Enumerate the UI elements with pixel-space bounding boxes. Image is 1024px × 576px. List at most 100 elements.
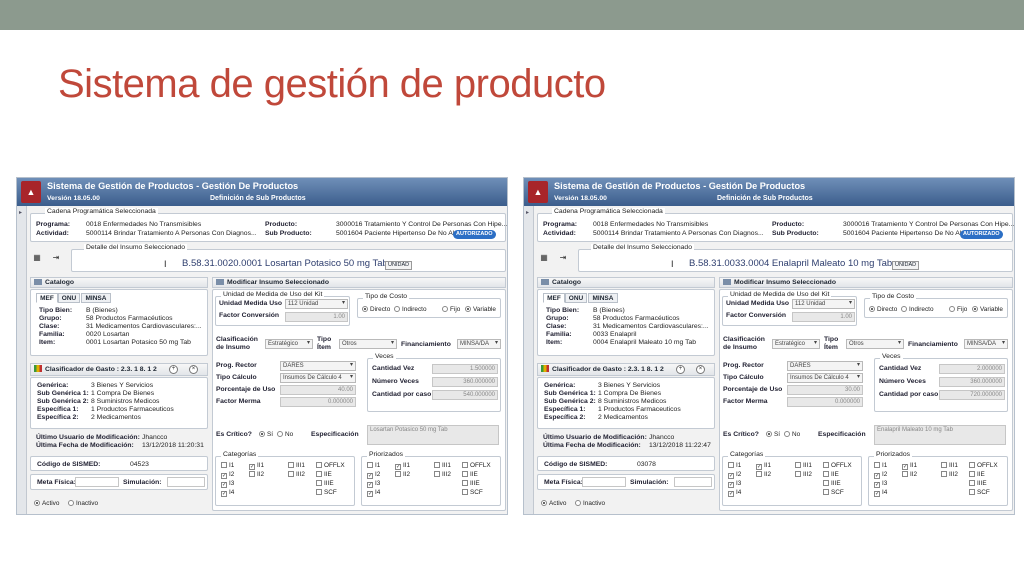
checkbox-0[interactable]: I1 xyxy=(728,462,741,470)
checkbox-7[interactable]: IIE xyxy=(316,471,332,479)
porcentaje-input[interactable]: 40.00 xyxy=(280,385,356,395)
checkbox-0[interactable]: I1 xyxy=(874,462,887,470)
critico-si-radio[interactable]: Sí xyxy=(766,431,780,439)
tipo-item-select[interactable]: Otros xyxy=(339,339,397,349)
checkbox-5[interactable]: II2 xyxy=(902,471,917,479)
directo-radio[interactable]: Directo xyxy=(869,306,897,314)
tab-onu[interactable]: ONU xyxy=(58,293,80,303)
clasif-insumo-select[interactable]: Estratégico xyxy=(265,339,313,349)
checkbox-10[interactable]: ✓ I4 xyxy=(874,489,887,497)
directo-radio[interactable]: Directo xyxy=(362,306,390,314)
critico-no-radio[interactable]: No xyxy=(784,431,800,439)
checkbox-1[interactable]: ✓ II1 xyxy=(902,462,917,470)
tipo-calculo-select[interactable]: Insumos De Cálculo 4 xyxy=(787,373,863,383)
checkbox-2[interactable]: III1 xyxy=(795,462,812,470)
add-circle-icon[interactable]: + xyxy=(169,365,178,374)
checkbox-8[interactable]: ✓ I3 xyxy=(874,480,887,488)
checkbox-9[interactable]: IIIE xyxy=(969,480,987,488)
prog-rector-select[interactable]: DARES xyxy=(280,361,356,371)
tab-mef[interactable]: MEF xyxy=(543,293,565,303)
checkbox-6[interactable]: III2 xyxy=(795,471,812,479)
cantidad-vez-input[interactable]: 1.500000 xyxy=(432,364,498,374)
unidad-medida-select[interactable]: 112 Unidad xyxy=(792,299,855,309)
checkbox-3[interactable]: OFFLX xyxy=(316,462,345,470)
checkbox-9[interactable]: IIIE xyxy=(823,480,841,488)
unidad-medida-select[interactable]: 112 Unidad xyxy=(285,299,348,309)
checkbox-3[interactable]: OFFLX xyxy=(823,462,852,470)
critico-no-radio[interactable]: No xyxy=(277,431,293,439)
checkbox-4[interactable]: ✓ I2 xyxy=(874,471,887,479)
checkbox-8[interactable]: ✓ I3 xyxy=(728,480,741,488)
remove-circle-icon[interactable]: × xyxy=(189,365,198,374)
checkbox-10[interactable]: ✓ I4 xyxy=(728,489,741,497)
checkbox-11[interactable]: SCF xyxy=(969,489,990,497)
checkbox-5[interactable]: II2 xyxy=(249,471,264,479)
checkbox-4[interactable]: ✓ I2 xyxy=(728,471,741,479)
financiamiento-select[interactable]: MINSA/DA xyxy=(964,339,1008,349)
activo-radio[interactable]: Activo xyxy=(541,500,566,508)
factor-conv-input[interactable]: 1.00 xyxy=(792,312,855,322)
checkbox-6[interactable]: III2 xyxy=(434,471,451,479)
side-nav-strip[interactable]: ▸ xyxy=(17,206,27,514)
checkbox-6[interactable]: III2 xyxy=(941,471,958,479)
critico-si-radio[interactable]: Sí xyxy=(259,431,273,439)
tipo-item-select[interactable]: Otros xyxy=(846,339,904,349)
tab-minsa[interactable]: MINSA xyxy=(588,293,618,303)
variable-radio[interactable]: Variable xyxy=(972,306,1003,314)
checkbox-1[interactable]: ✓ II1 xyxy=(249,462,264,470)
side-nav-strip[interactable]: ▸ xyxy=(524,206,534,514)
tab-onu[interactable]: ONU xyxy=(565,293,587,303)
checkbox-0[interactable]: I1 xyxy=(221,462,234,470)
factor-merma-input[interactable]: 0.000000 xyxy=(787,397,863,407)
checkbox-10[interactable]: ✓ I4 xyxy=(367,489,380,497)
especificacion-textarea[interactable]: Enalapril Maleato 10 mg Tab xyxy=(874,425,1006,445)
tab-minsa[interactable]: MINSA xyxy=(81,293,111,303)
checkbox-11[interactable]: SCF xyxy=(462,489,483,497)
checkbox-4[interactable]: ✓ I2 xyxy=(221,471,234,479)
checkbox-10[interactable]: ✓ I4 xyxy=(221,489,234,497)
financiamiento-select[interactable]: MINSA/DA xyxy=(457,339,501,349)
inactivo-radio[interactable]: Inactivo xyxy=(575,500,605,508)
cantidad-vez-input[interactable]: 2.000000 xyxy=(939,364,1005,374)
checkbox-0[interactable]: I1 xyxy=(367,462,380,470)
checkbox-2[interactable]: III1 xyxy=(434,462,451,470)
indirecto-radio[interactable]: Indirecto xyxy=(901,306,934,314)
factor-conv-input[interactable]: 1.00 xyxy=(285,312,348,322)
checkbox-11[interactable]: SCF xyxy=(823,489,844,497)
prog-rector-select[interactable]: DARES xyxy=(787,361,863,371)
remove-circle-icon[interactable]: × xyxy=(696,365,705,374)
checkbox-7[interactable]: IIE xyxy=(969,471,985,479)
fijo-radio[interactable]: Fijo xyxy=(949,306,967,314)
simulacion-input[interactable] xyxy=(167,477,205,487)
unidad-button[interactable]: UNIDAD xyxy=(385,261,413,270)
checkbox-7[interactable]: IIE xyxy=(462,471,478,479)
checkbox-6[interactable]: III2 xyxy=(288,471,305,479)
checkbox-8[interactable]: ✓ I3 xyxy=(367,480,380,488)
especificacion-textarea[interactable]: Losartan Potasico 50 mg Tab xyxy=(367,425,499,445)
exit-icon[interactable]: ⇥ xyxy=(51,253,61,264)
checkbox-11[interactable]: SCF xyxy=(316,489,337,497)
tipo-calculo-select[interactable]: Insumos De Cálculo 4 xyxy=(280,373,356,383)
checkbox-3[interactable]: OFFLX xyxy=(969,462,998,470)
factor-merma-input[interactable]: 0.000000 xyxy=(280,397,356,407)
cantidad-caso-input[interactable]: 720.000000 xyxy=(939,390,1005,400)
checkbox-5[interactable]: II2 xyxy=(756,471,771,479)
checkbox-9[interactable]: IIIE xyxy=(462,480,480,488)
doc-icon[interactable]: ▦ xyxy=(32,253,42,264)
numero-veces-input[interactable]: 360.000000 xyxy=(939,377,1005,387)
cantidad-caso-input[interactable]: 540.000000 xyxy=(432,390,498,400)
simulacion-input[interactable] xyxy=(674,477,712,487)
exit-icon[interactable]: ⇥ xyxy=(558,253,568,264)
checkbox-4[interactable]: ✓ I2 xyxy=(367,471,380,479)
fijo-radio[interactable]: Fijo xyxy=(442,306,460,314)
expand-arrow-icon[interactable]: ▸ xyxy=(19,210,22,217)
clasif-insumo-select[interactable]: Estratégico xyxy=(772,339,820,349)
numero-veces-input[interactable]: 360.000000 xyxy=(432,377,498,387)
checkbox-9[interactable]: IIIE xyxy=(316,480,334,488)
checkbox-2[interactable]: III1 xyxy=(941,462,958,470)
add-circle-icon[interactable]: + xyxy=(676,365,685,374)
meta-input[interactable] xyxy=(75,477,119,487)
checkbox-8[interactable]: ✓ I3 xyxy=(221,480,234,488)
tab-mef[interactable]: MEF xyxy=(36,293,58,303)
unidad-button[interactable]: UNIDAD xyxy=(892,261,920,270)
